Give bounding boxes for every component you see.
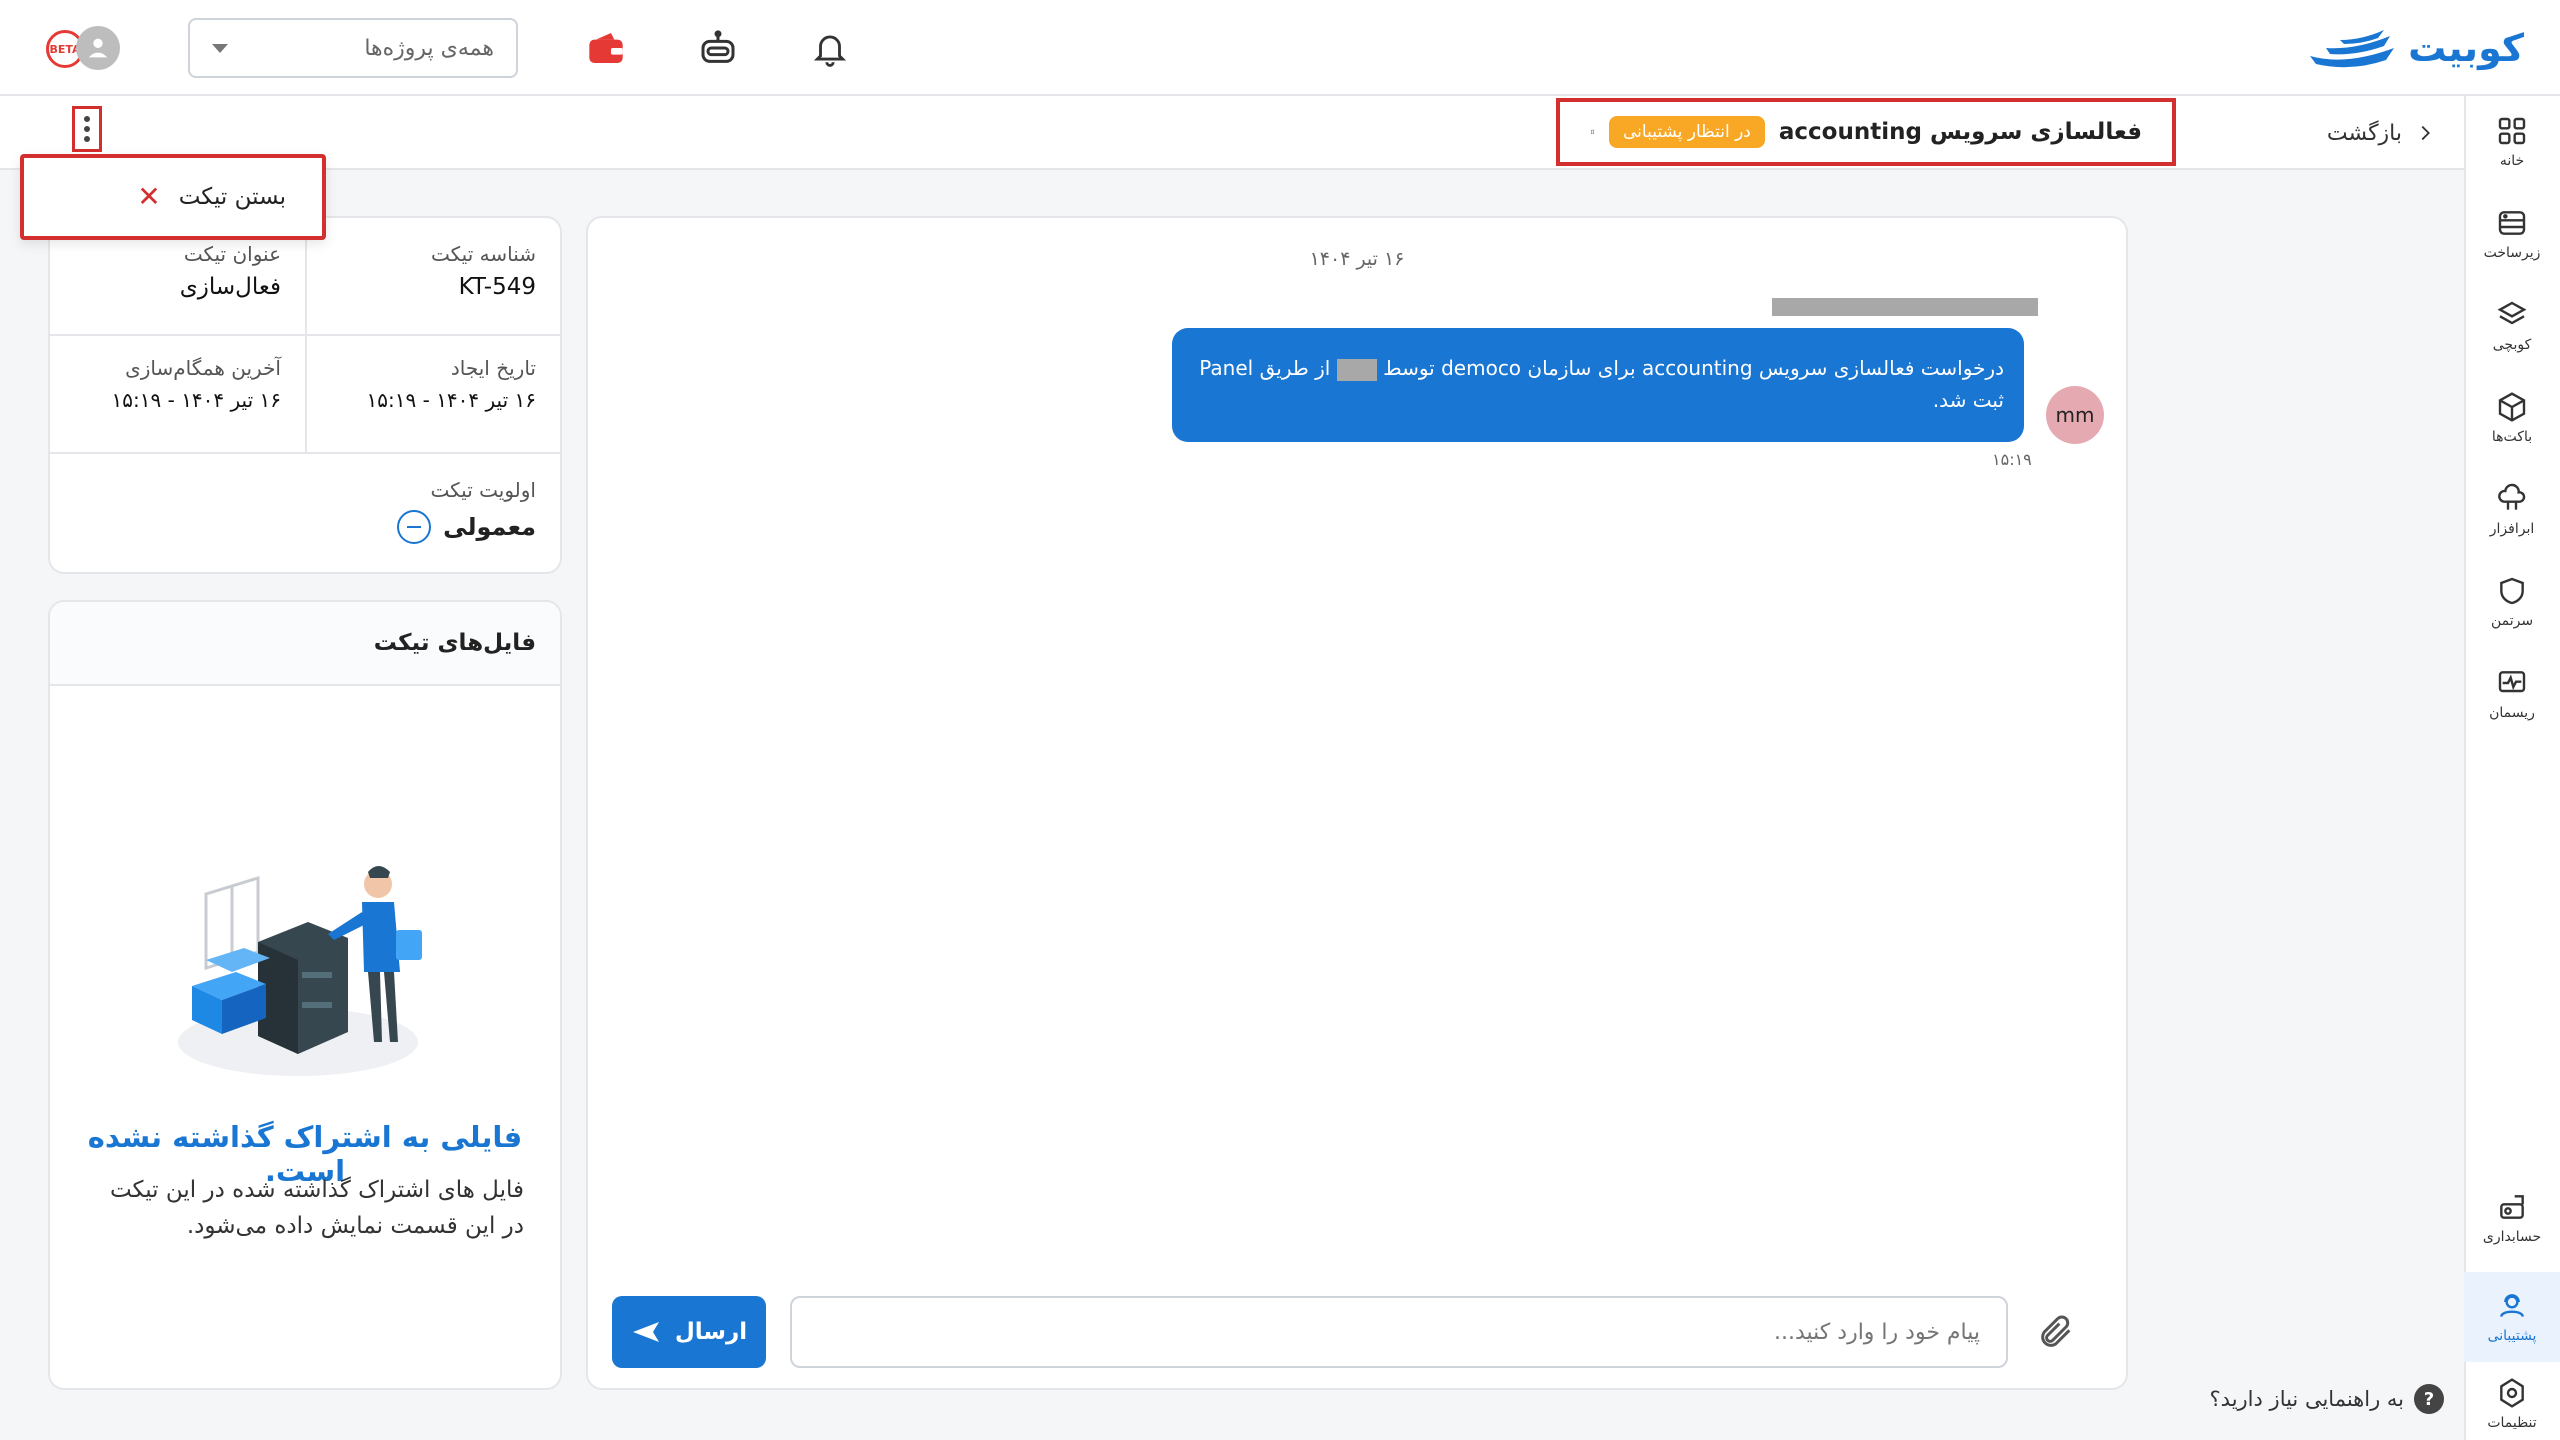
sidebar-item-buckets[interactable]: باکت‌ها — [2464, 378, 2560, 458]
message-time: ۱۵:۱۹ — [1992, 450, 2032, 469]
shield-icon — [2500, 577, 2524, 605]
redacted-bar — [1772, 298, 2038, 316]
sidebar-item-accounting[interactable]: حسابداری — [2464, 1178, 2560, 1258]
ticket-subbar: بازگشت فعالسازی سرویس accounting در انتظ… — [0, 96, 2464, 170]
ticket-options-menu: ✕ بستن تیکت — [20, 154, 326, 240]
send-arrow-icon — [632, 1322, 659, 1342]
sidebar-item-risman[interactable]: ریسمان — [2464, 654, 2560, 734]
send-label: ارسال — [674, 1319, 748, 1345]
ticket-id-label: شناسه تیکت — [430, 242, 536, 266]
priority-normal-icon — [397, 510, 432, 544]
notifications-button[interactable] — [806, 24, 854, 72]
ai-assistant-button[interactable] — [694, 24, 742, 72]
user-icon — [88, 38, 108, 58]
last-sync-cell: آخرین همگام‌سازی ۱۶ تیر ۱۴۰۴ - ۱۵:۱۹ — [50, 336, 305, 454]
wallet-button[interactable] — [582, 24, 630, 72]
message-text-before: درخواست فعالسازی سرویس accounting برای س… — [1383, 356, 2004, 380]
project-select-value: همه‌ی پروژه‌ها — [364, 35, 494, 61]
header-actions: BETA همه‌ی پروژه‌ها — [40, 16, 854, 80]
ticket-title-box: فعالسازی سرویس accounting در انتظار پشتی… — [1556, 98, 2176, 166]
sidebar-item-label: سرتمن — [2490, 613, 2534, 629]
help-link[interactable]: ? به راهنمایی نیاز دارید؟ — [2210, 1384, 2444, 1414]
ticket-title-value: فعال‌سازی — [179, 274, 281, 300]
message-bubble: درخواست فعالسازی سرویس accounting برای س… — [1172, 328, 2024, 442]
sidebar-nav: خانه زیرساخت کوبچی باکت‌ها ابرافزار سرتم… — [2464, 96, 2560, 1440]
cloud-app-icon — [2498, 483, 2526, 510]
sidebar-item-label: پشتیبانی — [2487, 1328, 2537, 1344]
ticket-info-card: شناسه تیکت KT-549 عنوان تیکت فعال‌سازی ت… — [48, 216, 562, 574]
support-icon — [2500, 1294, 2524, 1318]
cube-icon — [2498, 392, 2526, 422]
ticket-title-label: عنوان تیکت — [183, 242, 281, 266]
brand-name: کوبیت — [2408, 26, 2524, 70]
redacted-name — [1336, 358, 1377, 381]
notification-bell-icon — [813, 35, 847, 67]
sidebar-item-label: باکت‌ها — [2491, 429, 2533, 445]
sidebar-item-support[interactable]: پشتیبانی — [2464, 1272, 2560, 1362]
top-header: کوبیت BETA همه‌ی پروژه‌ها — [0, 0, 2560, 96]
last-sync-label: آخرین همگام‌سازی — [125, 356, 281, 380]
user-avatar[interactable]: BETA — [40, 20, 124, 76]
chat-date-separator: ۱۶ تیر ۱۴۰۴ — [1309, 248, 1405, 270]
brand-logo[interactable]: کوبیت — [2306, 22, 2524, 74]
sidebar-item-infrastructure[interactable]: زیرساخت — [2464, 194, 2560, 274]
robot-assistant-icon — [701, 30, 735, 63]
avatar — [76, 26, 120, 70]
created-date-label: تاریخ ایجاد — [450, 356, 536, 380]
boat-logo-icon — [2310, 30, 2395, 68]
ticket-title: فعالسازی سرویس accounting — [1778, 119, 2142, 145]
ticket-id-cell: شناسه تیکت KT-549 — [305, 218, 560, 336]
sidebar-item-label: کوبچی — [2492, 337, 2532, 353]
last-sync-value: ۱۶ تیر ۱۴۰۴ - ۱۵:۱۹ — [111, 388, 281, 412]
file-cabinet-illustration-icon — [178, 866, 422, 1076]
message-input[interactable] — [790, 1296, 2008, 1368]
priority-cell: اولویت تیکت معمولی — [50, 454, 560, 568]
chat-panel: ۱۶ تیر ۱۴۰۴ درخواست فعالسازی سرویس accou… — [586, 216, 2128, 1390]
ticket-files-card: فایل‌های تیکت فایلی به اشتراک گذاشته نشد… — [48, 600, 562, 1390]
sidebar-item-home[interactable]: خانه — [2464, 102, 2560, 182]
sidebar-item-sartaman[interactable]: سرتمن — [2464, 562, 2560, 642]
sidebar-item-label: ابرافزار — [2489, 521, 2535, 537]
sidebar-item-label: حسابداری — [2482, 1229, 2542, 1245]
close-icon: ✕ — [137, 180, 161, 213]
accounting-icon — [2500, 1195, 2524, 1219]
close-ticket-menu-item[interactable]: بستن تیکت — [179, 184, 286, 210]
priority-label: اولویت تیکت — [430, 478, 537, 502]
kebab-menu-icon — [84, 116, 90, 142]
sidebar-item-label: خانه — [2499, 153, 2525, 169]
sidebar-item-label: ریسمان — [2489, 705, 2535, 721]
files-header: فایل‌های تیکت — [50, 602, 560, 686]
sidebar-item-label: تنظیمات — [2487, 1415, 2537, 1431]
files-empty-description: فایل های اشتراک گذاشته شده در این تیکت د… — [109, 1177, 524, 1239]
project-select[interactable]: همه‌ی پروژه‌ها — [188, 18, 518, 78]
dashboard-grid-icon — [2498, 117, 2526, 145]
back-label: بازگشت — [2326, 120, 2402, 146]
ticket-id-value: KT-549 — [458, 274, 536, 300]
created-date-value: ۱۶ تیر ۱۴۰۴ - ۱۵:۱۹ — [366, 388, 536, 412]
priority-value: معمولی — [443, 513, 536, 541]
send-button[interactable]: ارسال — [612, 1296, 766, 1368]
status-badge: در انتظار پشتیبانی — [1609, 116, 1765, 148]
wallet-icon — [589, 33, 623, 63]
settings-icon — [2500, 1378, 2524, 1408]
help-question-icon: ? — [2414, 1384, 2444, 1414]
paperclip-icon[interactable] — [2036, 1312, 2076, 1352]
message-avatar: mm — [2046, 386, 2104, 444]
help-label: به راهنمایی نیاز دارید؟ — [2209, 1387, 2404, 1411]
sidebar-item-cloud-app[interactable]: ابرافزار — [2464, 470, 2560, 550]
more-options-button[interactable] — [72, 106, 102, 152]
chevron-down-icon — [212, 43, 228, 53]
bookmark-icon[interactable] — [1590, 114, 1595, 150]
back-button[interactable]: بازگشت — [2327, 114, 2436, 152]
created-date-cell: تاریخ ایجاد ۱۶ تیر ۱۴۰۴ - ۱۵:۱۹ — [305, 336, 560, 454]
chevron-right-icon — [2421, 125, 2430, 141]
sidebar-item-kubchi[interactable]: کوبچی — [2464, 286, 2560, 366]
monitor-pulse-icon — [2498, 671, 2526, 693]
sidebar-item-settings[interactable]: تنظیمات — [2464, 1364, 2560, 1440]
sidebar-item-label: زیرساخت — [2483, 245, 2541, 261]
server-icon — [2498, 211, 2526, 235]
layers-icon — [2497, 301, 2527, 325]
